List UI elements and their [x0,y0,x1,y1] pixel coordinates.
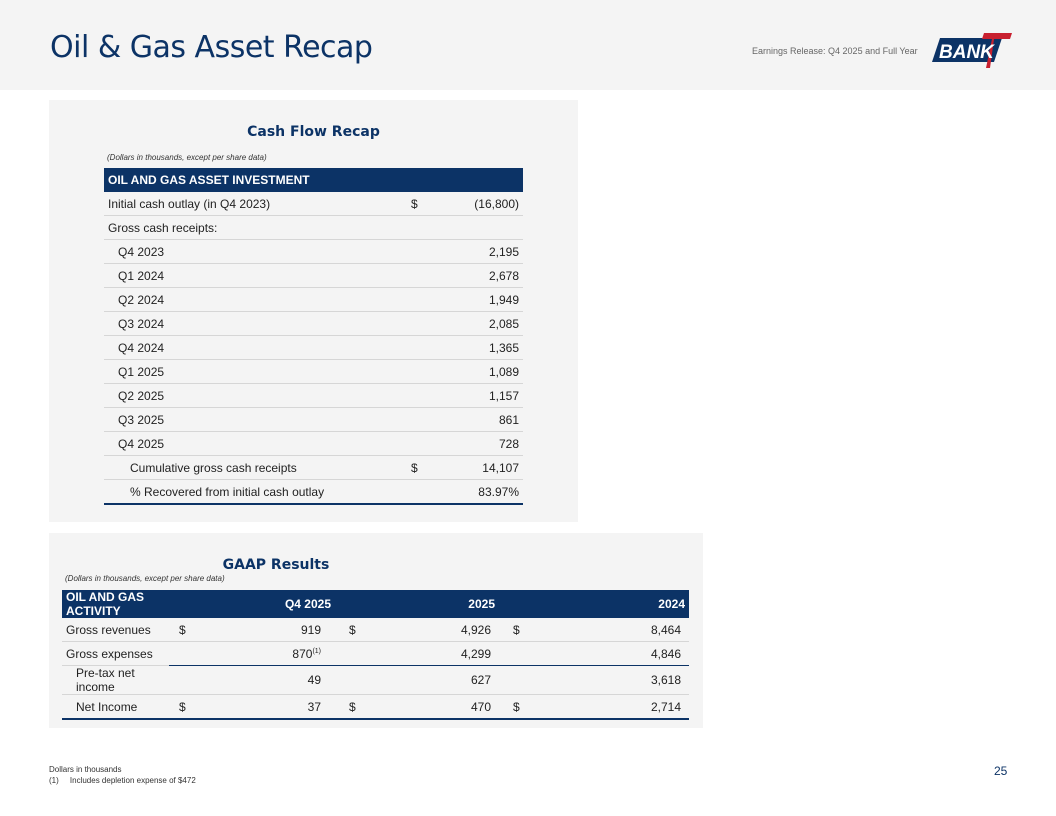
table-row: Q4 2023 2,195 [104,239,523,264]
table-row: Q4 2024 1,365 [104,335,523,360]
footnote-1: (1) Includes depletion expense of $472 [49,776,196,785]
page-number: 25 [994,764,1008,778]
table-row: Q1 2025 1,089 [104,359,523,384]
gaap-table: OIL AND GAS ACTIVITY Q4 2025 2025 2024 Gros… [62,590,689,720]
table-row: Q3 2024 2,085 [104,311,523,336]
table-row: Gross revenues $919 $4,926 $8,464 [62,618,689,642]
bank7-logo: BANK [932,33,1012,68]
cash-flow-panel: Cash Flow Recap (Dollars in thousands, e… [49,100,578,522]
release-label: Earnings Release: Q4 2025 and Full Year [752,46,918,56]
table-row: Gross expenses 870(1) 4,299 4,846 [62,641,689,666]
table-row: Q2 2024 1,949 [104,287,523,312]
svg-text:BANK: BANK [939,42,995,63]
table-row: Initial cash outlay (in Q4 2023) $ (16,800… [104,192,523,216]
cash-flow-table: OIL AND GAS ASSET INVESTMENT Initial cas… [104,168,523,505]
table-row: Gross cash receipts: [104,215,523,240]
table-row: Pre-tax net income 49 627 3,618 [62,665,689,695]
table-header: OIL AND GAS ACTIVITY [62,590,169,618]
table-row: % Recovered from initial cash outlay 83.9… [104,479,523,505]
page-title: Oil & Gas Asset Recap [50,30,373,65]
cash-flow-note: (Dollars in thousands, except per share … [107,153,267,162]
footnote-marker: (1) [312,647,321,655]
table-row: Net Income $37 $470 $2,714 [62,694,689,720]
table-row: Cumulative gross cash receipts $14,107 [104,455,523,480]
header-band: Oil & Gas Asset Recap Earnings Release: … [0,0,1056,90]
gaap-title: GAAP Results [222,557,330,573]
table-row: Q2 2025 1,157 [104,383,523,408]
gaap-note: (Dollars in thousands, except per share … [65,574,225,583]
table-row: Q4 2025 728 [104,431,523,456]
footer-note: Dollars in thousands [49,765,122,774]
cash-flow-title: Cash Flow Recap [247,124,380,140]
table-header: OIL AND GAS ASSET INVESTMENT [104,168,523,192]
table-row: Q3 2025 861 [104,407,523,432]
gaap-panel: GAAP Results (Dollars in thousands, exce… [49,533,703,728]
table-row: Q1 2024 2,678 [104,263,523,288]
